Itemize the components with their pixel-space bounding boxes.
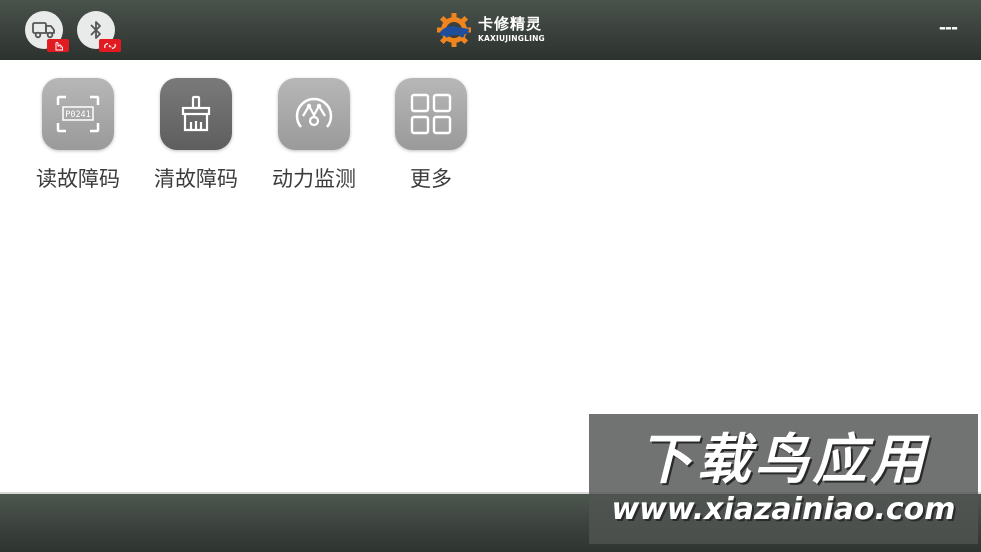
vehicle-connect-button[interactable] [25, 11, 69, 52]
hand-tap-badge [47, 39, 69, 52]
broken-link-badge [99, 39, 121, 52]
read-fault-codes-item[interactable]: P0241 读故障码 [23, 78, 133, 193]
clear-fault-codes-button[interactable] [160, 78, 232, 150]
power-monitor-label: 动力监测 [272, 167, 356, 191]
grid-icon [410, 93, 452, 135]
truck-icon [32, 22, 55, 39]
site-watermark: 下载鸟应用 www.xiazainiao.com [589, 414, 978, 544]
read-fault-codes-label: 读故障码 [36, 167, 120, 191]
more-button[interactable] [395, 78, 467, 150]
bluetooth-icon [90, 21, 101, 39]
logo-name-en: KAXIUJINGLING [478, 34, 545, 44]
top-right-status[interactable]: --- [939, 18, 958, 38]
scan-code-text: P0241 [65, 110, 91, 120]
logo-name-cn: 卡修精灵 [478, 15, 543, 34]
power-monitor-item[interactable]: 动力监测 [259, 78, 369, 193]
top-bar: 卡修精灵 KAXIUJINGLING --- [0, 0, 981, 60]
hand-tap-icon [55, 41, 63, 50]
gear-car-logo-icon [437, 13, 471, 47]
power-monitor-button[interactable] [278, 78, 350, 150]
scan-code-icon: P0241 [56, 95, 100, 133]
bluetooth-button[interactable] [77, 11, 121, 52]
watermark-title: 下载鸟应用 [638, 428, 929, 491]
gauge-icon [295, 97, 333, 128]
read-fault-codes-button[interactable]: P0241 [42, 78, 114, 150]
clear-fault-codes-item[interactable]: 清故障码 [141, 78, 251, 193]
brush-icon [181, 95, 211, 132]
more-item[interactable]: 更多 [376, 78, 486, 193]
more-label: 更多 [410, 167, 452, 191]
app-logo: 卡修精灵 KAXIUJINGLING [435, 12, 545, 48]
clear-fault-codes-label: 清故障码 [154, 167, 238, 191]
broken-link-icon [104, 42, 116, 49]
watermark-url: www.xiazainiao.com [611, 492, 956, 527]
